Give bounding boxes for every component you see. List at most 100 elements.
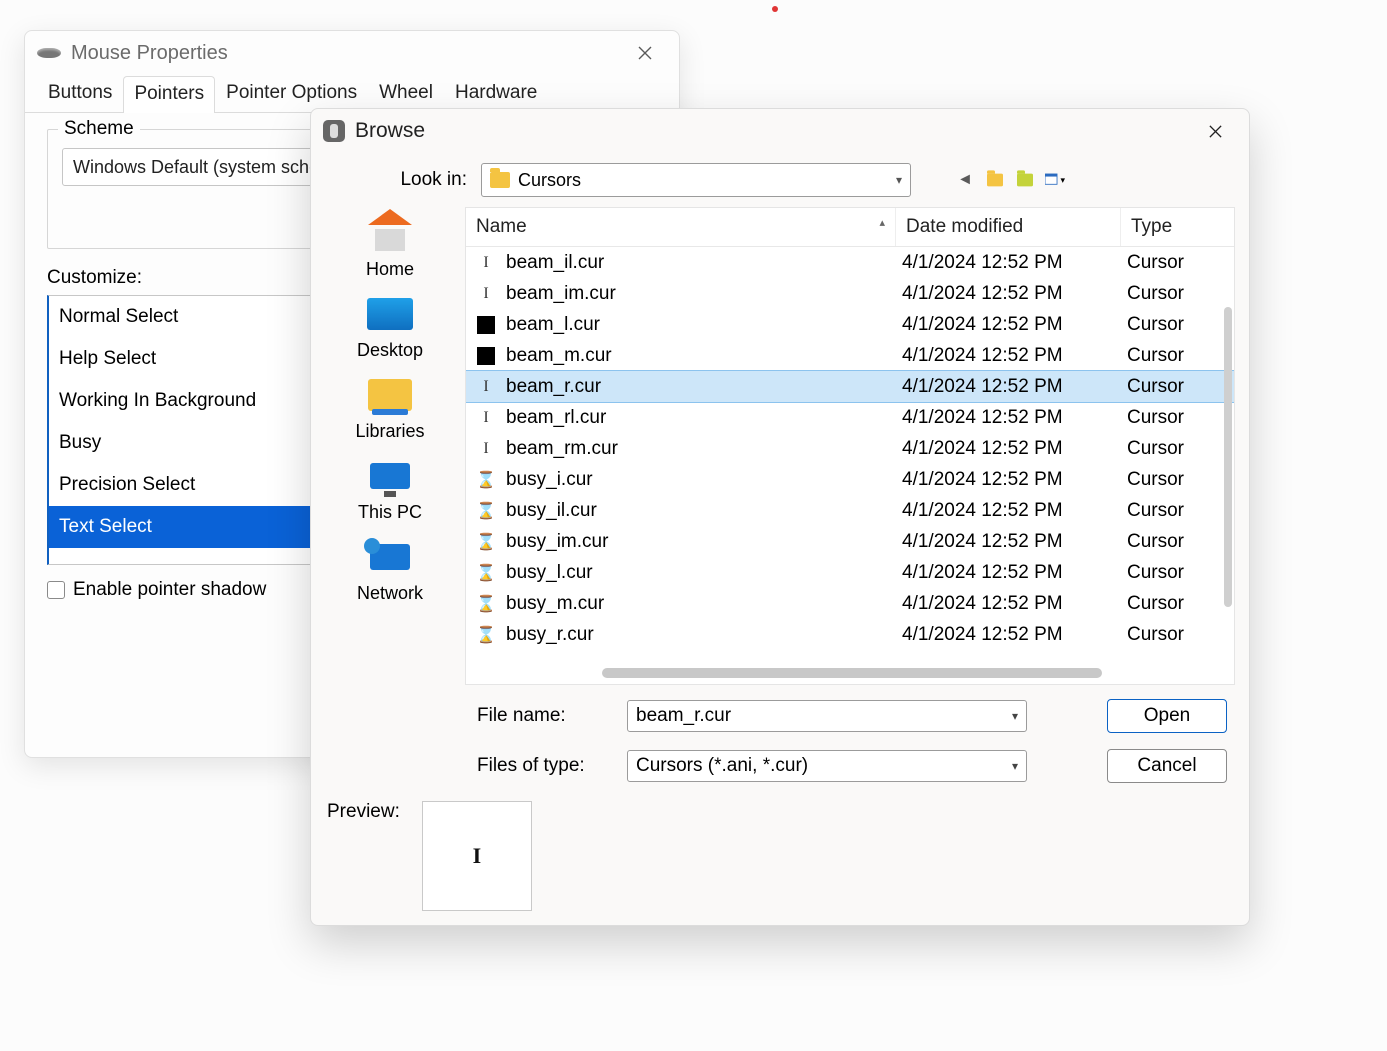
file-type: Cursor (1127, 376, 1234, 398)
browse-inputs: File name: beam_r.cur ▾ Open Files of ty… (311, 685, 1249, 783)
open-button[interactable]: Open (1107, 699, 1227, 733)
mouse-device-icon (323, 120, 345, 142)
view-menu-icon[interactable]: ▾ (1045, 170, 1065, 190)
col-type[interactable]: Type (1121, 208, 1234, 246)
browse-titlebar[interactable]: Browse (311, 109, 1249, 153)
place-label: Desktop (357, 340, 423, 360)
file-name-cell: Ibeam_il.cur (472, 252, 902, 274)
preview-area: Preview: I (311, 783, 1249, 925)
file-row[interactable]: Ibeam_il.cur4/1/2024 12:52 PMCursor (466, 247, 1234, 278)
file-date: 4/1/2024 12:52 PM (902, 500, 1127, 522)
file-name: busy_im.cur (506, 531, 608, 553)
file-type: Cursor (1127, 500, 1234, 522)
ibeam-icon: I (476, 284, 496, 304)
file-name-cell: ⌛busy_i.cur (472, 469, 902, 491)
file-name-cell: Ibeam_rl.cur (472, 407, 902, 429)
file-type: Cursor (1127, 562, 1234, 584)
file-name-cell: Ibeam_rm.cur (472, 438, 902, 460)
file-name: busy_il.cur (506, 500, 597, 522)
file-list: Name ▴ Date modified Type Ibeam_il.cur4/… (465, 207, 1235, 685)
place-libraries[interactable]: Libraries (325, 373, 455, 448)
file-date: 4/1/2024 12:52 PM (902, 531, 1127, 553)
enable-shadow-checkbox[interactable] (47, 581, 65, 599)
file-date: 4/1/2024 12:52 PM (902, 469, 1127, 491)
file-row[interactable]: ⌛ busy_l.cur 4/1/2024 12:52 PMCursor (466, 557, 1234, 588)
ibeam-icon: I (476, 439, 496, 459)
folder-icon (490, 172, 510, 188)
tab-buttons[interactable]: Buttons (37, 75, 123, 112)
file-type: Cursor (1127, 345, 1234, 367)
file-name: busy_l.cur (506, 562, 593, 584)
tab-pointer-options[interactable]: Pointer Options (215, 75, 368, 112)
mouse-icon (37, 48, 61, 58)
cancel-button[interactable]: Cancel (1107, 749, 1227, 783)
file-type: Cursor (1127, 252, 1234, 274)
file-type-select[interactable]: Cursors (*.ani, *.cur) ▾ (627, 750, 1027, 782)
browse-title: Browse (355, 119, 425, 143)
file-type: Cursor (1127, 469, 1234, 491)
place-home[interactable]: Home (325, 211, 455, 286)
black-cursor-icon (476, 315, 496, 335)
place-label: Libraries (355, 421, 424, 441)
up-icon[interactable] (985, 170, 1005, 190)
chevron-down-icon: ▾ (896, 173, 902, 187)
place-desktop[interactable]: Desktop (325, 292, 455, 367)
close-button[interactable] (623, 31, 667, 75)
file-type: Cursor (1127, 531, 1234, 553)
file-date: 4/1/2024 12:52 PM (902, 376, 1127, 398)
file-row[interactable]: ⌛busy_r.cur4/1/2024 12:52 PMCursor (466, 619, 1234, 650)
file-date: 4/1/2024 12:52 PM (902, 562, 1127, 584)
col-date[interactable]: Date modified (896, 208, 1121, 246)
file-date: 4/1/2024 12:52 PM (902, 624, 1127, 646)
place-label: Network (357, 583, 423, 603)
place-network[interactable]: Network (325, 535, 455, 610)
file-row[interactable]: beam_l.cur4/1/2024 12:52 PMCursor (466, 309, 1234, 340)
places-bar: Home Desktop Libraries This PC Network (325, 207, 455, 685)
look-in-value: Cursors (518, 170, 581, 191)
file-row[interactable]: ⌛busy_im.cur4/1/2024 12:52 PMCursor (466, 526, 1234, 557)
stray-marker (772, 6, 778, 12)
ibeam-icon: I (476, 253, 496, 273)
ibeam-icon: I (476, 377, 496, 397)
tab-pointers[interactable]: Pointers (123, 76, 215, 113)
sort-caret-icon: ▴ (879, 216, 885, 238)
file-name: beam_im.cur (506, 283, 616, 305)
file-name-cell: ⌛busy_il.cur (472, 500, 902, 522)
file-rows[interactable]: Ibeam_il.cur4/1/2024 12:52 PMCursorIbeam… (466, 247, 1234, 666)
file-name-input[interactable]: beam_r.cur ▾ (627, 700, 1027, 732)
place-this-pc[interactable]: This PC (325, 454, 455, 529)
look-in-select[interactable]: Cursors ▾ (481, 163, 911, 197)
hourglass-icon: ⌛ (476, 563, 496, 583)
file-row[interactable]: ⌛busy_m.cur4/1/2024 12:52 PMCursor (466, 588, 1234, 619)
file-date: 4/1/2024 12:52 PM (902, 283, 1127, 305)
file-name-cell: ⌛busy_r.cur (472, 624, 902, 646)
file-date: 4/1/2024 12:52 PM (902, 252, 1127, 274)
mouse-properties-titlebar[interactable]: Mouse Properties (25, 31, 679, 75)
file-row[interactable]: Ibeam_r.cur4/1/2024 12:52 PMCursor (466, 371, 1234, 402)
browse-window: Browse Look in: Cursors ▾ ◄ ▾ Home (310, 108, 1250, 926)
browse-close-button[interactable] (1193, 109, 1237, 153)
vertical-scrollbar[interactable] (1224, 307, 1232, 607)
file-name-cell: beam_l.cur (472, 314, 902, 336)
enable-shadow-label: Enable pointer shadow (73, 579, 266, 601)
file-row[interactable]: ⌛busy_i.cur4/1/2024 12:52 PMCursor (466, 464, 1234, 495)
col-name[interactable]: Name ▴ (466, 208, 896, 246)
back-icon[interactable]: ◄ (955, 170, 975, 190)
chevron-down-icon: ▾ (1012, 759, 1018, 773)
column-headers[interactable]: Name ▴ Date modified Type (466, 208, 1234, 247)
file-row[interactable]: ⌛busy_il.cur4/1/2024 12:52 PMCursor (466, 495, 1234, 526)
file-row[interactable]: beam_m.cur4/1/2024 12:52 PMCursor (466, 340, 1234, 371)
new-folder-icon[interactable] (1015, 170, 1035, 190)
file-row[interactable]: Ibeam_im.cur4/1/2024 12:52 PMCursor (466, 278, 1234, 309)
horizontal-scrollbar[interactable] (602, 668, 1102, 678)
file-row[interactable]: Ibeam_rl.cur4/1/2024 12:52 PMCursor (466, 402, 1234, 433)
tab-wheel[interactable]: Wheel (368, 75, 444, 112)
file-name-cell: ⌛ busy_l.cur (472, 562, 902, 584)
file-date: 4/1/2024 12:52 PM (902, 438, 1127, 460)
file-name-cell: beam_m.cur (472, 345, 902, 367)
hourglass-icon: ⌛ (476, 594, 496, 614)
tab-hardware[interactable]: Hardware (444, 75, 548, 112)
file-name-cell: ⌛busy_im.cur (472, 531, 902, 553)
file-row[interactable]: Ibeam_rm.cur4/1/2024 12:52 PMCursor (466, 433, 1234, 464)
file-date: 4/1/2024 12:52 PM (902, 593, 1127, 615)
